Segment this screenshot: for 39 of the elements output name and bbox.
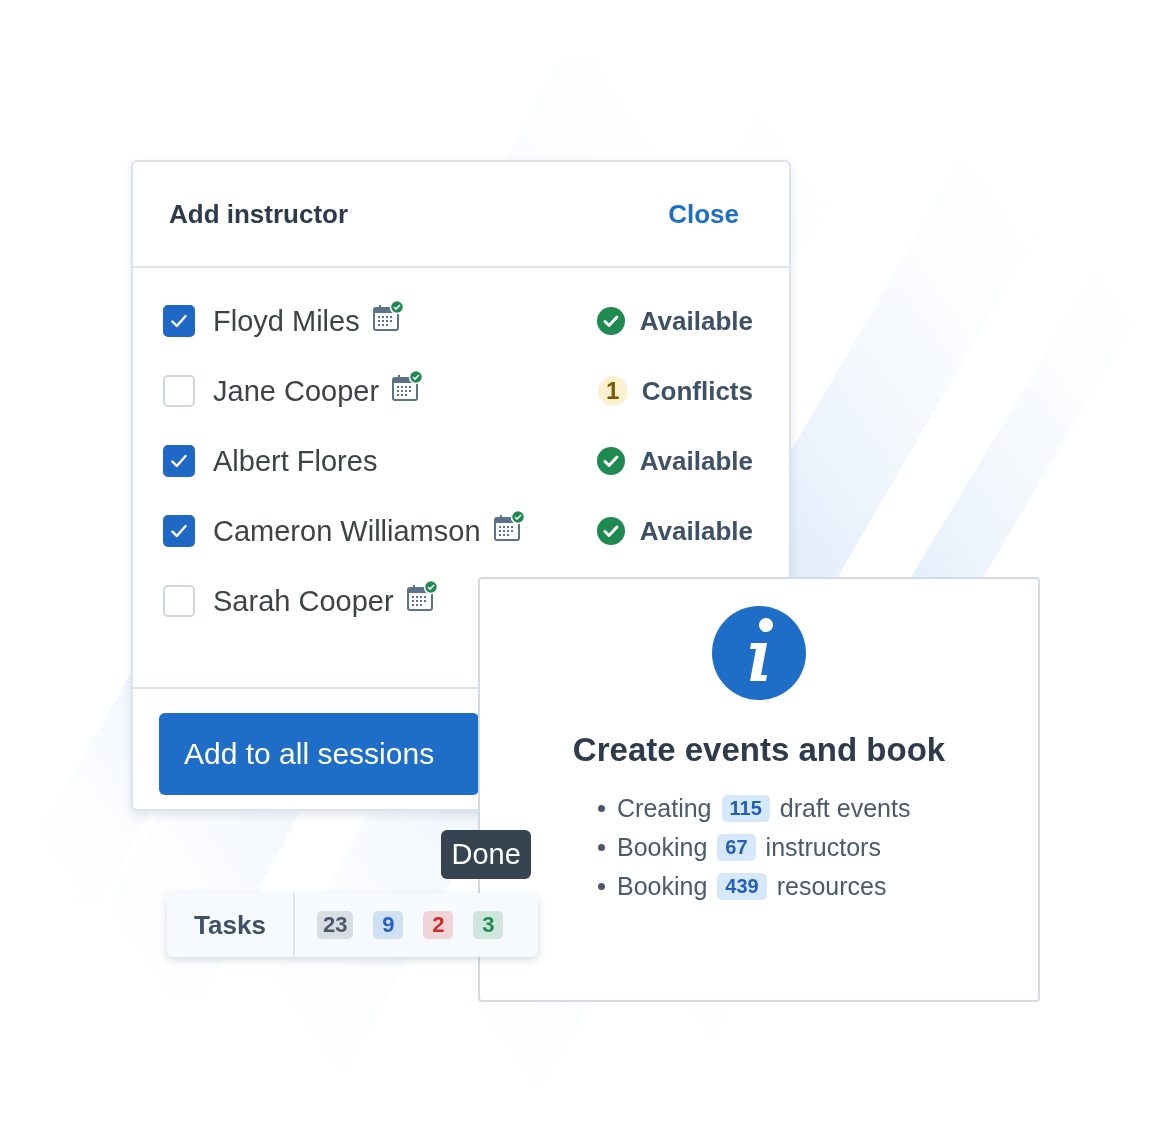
bullet-icon [598, 883, 605, 890]
checkbox[interactable] [163, 515, 195, 547]
status-label: Conflicts [641, 375, 753, 407]
bullet-text: Booking [617, 872, 708, 901]
tasks-label: Tasks [167, 893, 295, 957]
info-title: Create events and book [572, 731, 946, 769]
count-badge[interactable]: 9 [373, 911, 404, 939]
instructor-name: Albert Flores [213, 444, 378, 478]
bullet-icon [598, 805, 605, 812]
check-circle-icon [595, 306, 626, 336]
close-link[interactable]: Close [668, 198, 739, 230]
count-badge[interactable]: 23 [317, 911, 354, 939]
tooltip: Done [441, 830, 531, 879]
dialog-title: Add instructor [169, 198, 349, 230]
status-label: Available [639, 515, 753, 547]
conflict-count: 1 [597, 376, 628, 406]
count-badge: 115 [721, 795, 770, 822]
bullet-text: resources [776, 872, 887, 901]
status-label: Available [639, 305, 753, 337]
add-to-all-sessions-button[interactable]: Add to all sessions [159, 713, 479, 795]
count-badge: 439 [717, 873, 767, 900]
count-badge[interactable]: 3 [473, 911, 504, 939]
check-circle-icon [595, 516, 626, 546]
bullet-icon [598, 844, 605, 851]
checkbox[interactable] [163, 305, 195, 337]
checkbox[interactable] [163, 445, 195, 477]
instructor-name: Floyd Miles [213, 304, 360, 338]
instructor-name: Sarah Cooper [213, 584, 394, 618]
bullet-text: draft events [779, 794, 911, 823]
status-label: Available [639, 445, 753, 477]
info-icon [711, 605, 807, 701]
check-circle-icon [595, 446, 626, 476]
count-badge[interactable]: 2 [423, 911, 454, 939]
bullet-text: instructors [765, 833, 881, 862]
count-badge: 67 [717, 834, 756, 861]
instructor-name: Jane Cooper [213, 374, 380, 408]
bullet-text: Booking [617, 833, 708, 862]
bullet-text: Creating [617, 794, 712, 823]
instructor-name: Cameron Williamson [213, 514, 481, 548]
